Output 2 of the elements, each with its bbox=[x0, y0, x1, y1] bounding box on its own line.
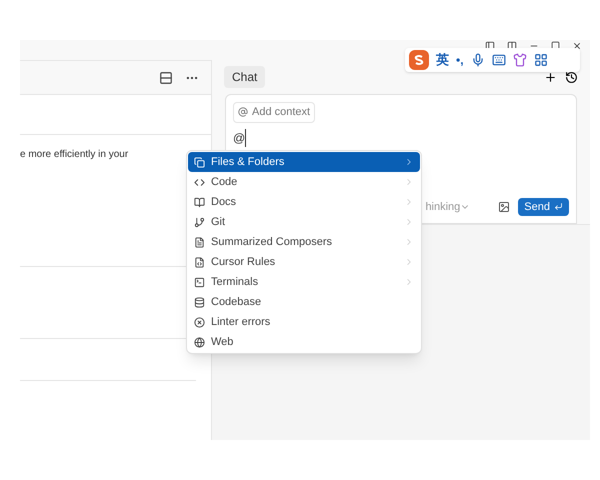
description-text: e more efficiently in your bbox=[20, 148, 128, 162]
input-text: @ bbox=[233, 128, 246, 146]
